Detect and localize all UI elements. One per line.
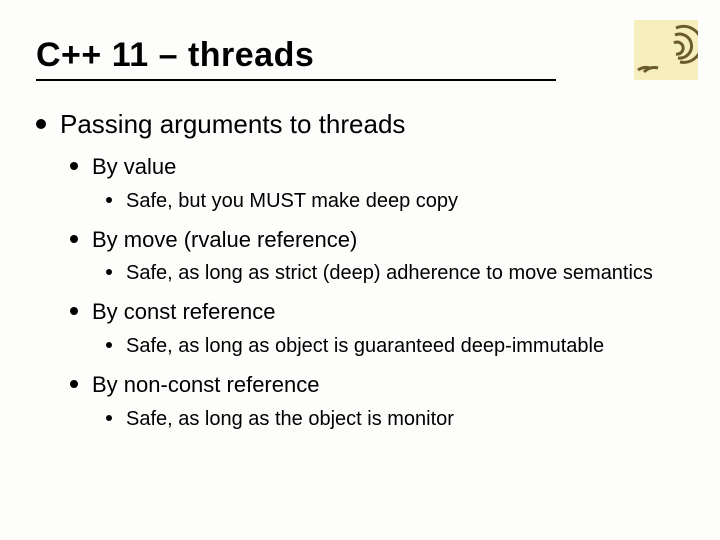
list-item-label: Safe, as long as object is guaranteed de… (126, 333, 690, 360)
list-item-label: By const reference (92, 297, 690, 327)
shell-icon (634, 20, 698, 80)
list-item: Passing arguments to threads (36, 107, 690, 142)
content: Passing arguments to threads By value Sa… (36, 107, 690, 433)
list-item: Safe, but you MUST make deep copy (106, 188, 690, 215)
bullet-icon (70, 307, 78, 315)
bullet-icon (36, 119, 46, 129)
slide-title: C++ 11 – threads (36, 36, 556, 75)
list-item: By move (rvalue reference) (70, 225, 690, 255)
bullet-icon (70, 235, 78, 243)
title-rule (36, 79, 556, 81)
bullet-icon (106, 197, 112, 203)
bullet-icon (106, 269, 112, 275)
bullet-icon (70, 380, 78, 388)
list-item-label: By non-const reference (92, 370, 690, 400)
list-item: Safe, as long as the object is monitor (106, 406, 690, 433)
list-item: By value (70, 152, 690, 182)
list-item: Safe, as long as object is guaranteed de… (106, 333, 690, 360)
list-item-label: Passing arguments to threads (60, 107, 690, 142)
list-item-label: Safe, as long as the object is monitor (126, 406, 690, 433)
list-item: By non-const reference (70, 370, 690, 400)
list-item-label: Safe, as long as strict (deep) adherence… (126, 260, 690, 287)
bullet-icon (106, 415, 112, 421)
list-item: Safe, as long as strict (deep) adherence… (106, 260, 690, 287)
list-item-label: By value (92, 152, 690, 182)
slide: C++ 11 – threads Passing arguments to th… (0, 0, 720, 540)
bullet-icon (106, 342, 112, 348)
list-item: By const reference (70, 297, 690, 327)
bullet-icon (70, 162, 78, 170)
list-item-label: By move (rvalue reference) (92, 225, 690, 255)
list-item-label: Safe, but you MUST make deep copy (126, 188, 690, 215)
